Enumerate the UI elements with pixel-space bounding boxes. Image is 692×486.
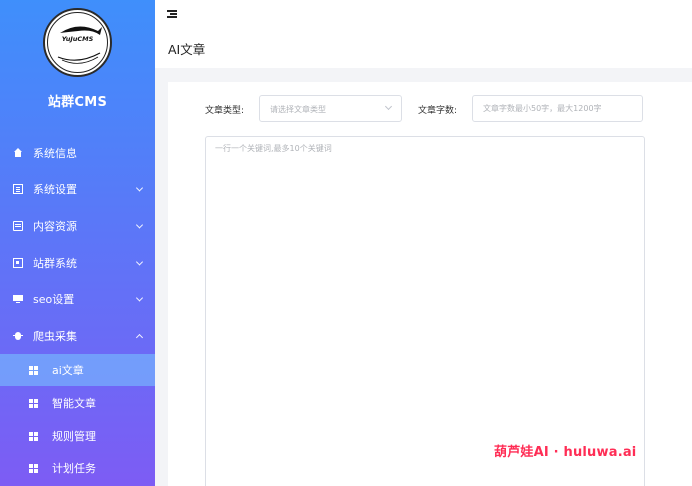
logo: YuJuCMS — [43, 8, 112, 77]
sidebar-subitem-label: 规则管理 — [52, 430, 96, 443]
logo-text: YuJuCMS — [61, 35, 94, 43]
monitor-icon — [13, 294, 23, 304]
sidebar-item-site-group[interactable]: 站群系统 — [0, 248, 155, 278]
menu-toggle-icon[interactable] — [167, 10, 177, 18]
header: AI文章 — [155, 0, 692, 68]
sidebar-item-system-settings[interactable]: 系统设置 — [0, 174, 155, 204]
sidebar-subitem-label: 计划任务 — [52, 462, 96, 475]
article-type-select[interactable]: 请选择文章类型 — [259, 95, 402, 122]
sidebar-subitem-rule-management[interactable]: 规则管理 — [0, 420, 155, 452]
word-count-input[interactable] — [472, 95, 643, 122]
fish-logo-icon — [57, 26, 102, 64]
sidebar-item-label: seo设置 — [33, 293, 75, 306]
sidebar: YuJuCMS 站群CMS 系统信息 系统设置 内容资源 站群系统 seo设置 … — [0, 0, 155, 486]
content-card: 文章类型: 请选择文章类型 文章字数: — [168, 82, 692, 486]
sidebar-item-label: 系统信息 — [33, 147, 77, 160]
bug-icon — [13, 331, 23, 341]
box-icon — [13, 258, 23, 268]
chevron-down-icon — [135, 258, 144, 266]
chevron-down-icon — [135, 221, 144, 229]
grid-icon — [29, 463, 38, 473]
sidebar-subitem-scheduled-tasks[interactable]: 计划任务 — [0, 452, 155, 484]
grid-icon — [29, 365, 38, 375]
home-icon — [13, 148, 23, 158]
chevron-up-icon — [135, 333, 144, 342]
sidebar-subitem-label: 智能文章 — [52, 397, 96, 410]
sidebar-subitem-smart-article[interactable]: 智能文章 — [0, 387, 155, 419]
sidebar-item-system-info[interactable]: 系统信息 — [0, 138, 155, 168]
logo-emblem: YuJuCMS — [47, 12, 108, 73]
sidebar-item-label: 系统设置 — [33, 183, 77, 196]
article-type-label: 文章类型: — [205, 106, 245, 116]
article-type-placeholder: 请选择文章类型 — [270, 105, 326, 114]
watermark: 葫芦娃AI · huluwa.ai — [494, 445, 637, 460]
sidebar-item-content-resources[interactable]: 内容资源 — [0, 211, 155, 241]
grid-icon — [29, 431, 38, 441]
sidebar-item-crawler[interactable]: 爬虫采集 — [0, 321, 155, 351]
sidebar-subitem-ai-article[interactable]: ai文章 — [0, 354, 155, 386]
sidebar-subitem-label: ai文章 — [52, 364, 84, 377]
sidebar-item-seo-settings[interactable]: seo设置 — [0, 284, 155, 314]
page-title: AI文章 — [168, 42, 206, 57]
sidebar-item-label: 站群系统 — [33, 257, 77, 270]
chevron-down-icon — [135, 184, 144, 192]
chevron-down-icon — [135, 294, 144, 302]
list-icon — [13, 184, 23, 194]
sidebar-item-label: 内容资源 — [33, 220, 77, 233]
keywords-textarea[interactable] — [205, 136, 645, 486]
sidebar-item-label: 爬虫采集 — [33, 330, 77, 343]
site-name: 站群CMS — [47, 95, 108, 110]
word-count-label: 文章字数: — [418, 106, 458, 116]
book-icon — [13, 221, 23, 231]
grid-icon — [29, 398, 38, 408]
chevron-down-icon — [384, 102, 393, 111]
